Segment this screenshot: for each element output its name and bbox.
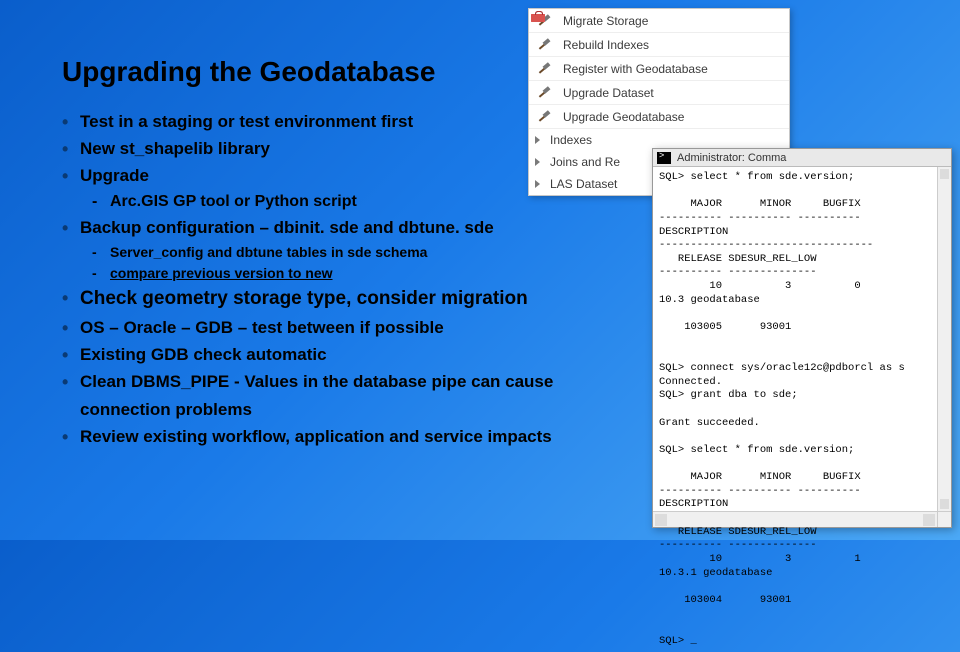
slide-title: Upgrading the Geodatabase xyxy=(62,56,435,88)
scroll-right-icon[interactable] xyxy=(923,514,935,526)
tree-label: Indexes xyxy=(550,133,592,147)
ctx-label: Register with Geodatabase xyxy=(563,62,708,76)
ctx-label: Rebuild Indexes xyxy=(563,38,649,52)
bullet-existing-gdb: Existing GDB check automatic xyxy=(62,341,622,368)
terminal-body[interactable]: SQL> select * from sde.version; MAJOR MI… xyxy=(653,167,951,652)
bullet-server-config: Server_config and dbtune tables in sde s… xyxy=(62,242,622,263)
ctx-migrate-storage[interactable]: Migrate Storage xyxy=(529,9,789,33)
bullet-dbms-pipe: Clean DBMS_PIPE - Values in the database… xyxy=(62,368,622,422)
terminal-window: Administrator: Comma SQL> select * from … xyxy=(652,148,952,528)
terminal-title: Administrator: Comma xyxy=(677,152,786,164)
ctx-rebuild-indexes[interactable]: Rebuild Indexes xyxy=(529,33,789,57)
ctx-register-geodatabase[interactable]: Register with Geodatabase xyxy=(529,57,789,81)
hammer-icon xyxy=(535,85,553,101)
bullet-geometry: Check geometry storage type, consider mi… xyxy=(62,284,622,314)
expand-icon[interactable] xyxy=(535,136,540,144)
expand-icon[interactable] xyxy=(535,158,540,166)
hammer-icon xyxy=(535,109,553,125)
cmd-icon xyxy=(657,152,671,164)
tree-label: Joins and Re xyxy=(550,155,620,169)
vertical-scrollbar[interactable] xyxy=(937,167,951,511)
tree-label: LAS Dataset xyxy=(550,177,617,191)
bullet-backup: Backup configuration – dbinit. sde and d… xyxy=(62,214,622,241)
bullet-compare-version: compare previous version to new xyxy=(62,263,622,284)
expand-icon[interactable] xyxy=(535,180,540,188)
resize-grip[interactable] xyxy=(937,511,951,527)
ctx-label: Upgrade Dataset xyxy=(563,86,654,100)
ctx-upgrade-dataset[interactable]: Upgrade Dataset xyxy=(529,81,789,105)
horizontal-scrollbar[interactable] xyxy=(653,511,937,527)
bullet-os-oracle: OS – Oracle – GDB – test between if poss… xyxy=(62,314,622,341)
ctx-label: Migrate Storage xyxy=(563,14,648,28)
ctx-upgrade-geodatabase[interactable]: Upgrade Geodatabase xyxy=(529,105,789,129)
hammer-icon xyxy=(535,61,553,77)
scroll-left-icon[interactable] xyxy=(655,514,667,526)
bullet-review-workflow: Review existing workflow, application an… xyxy=(62,423,622,450)
terminal-titlebar[interactable]: Administrator: Comma xyxy=(653,149,951,167)
ctx-label: Upgrade Geodatabase xyxy=(563,110,684,124)
hammer-icon xyxy=(535,37,553,53)
